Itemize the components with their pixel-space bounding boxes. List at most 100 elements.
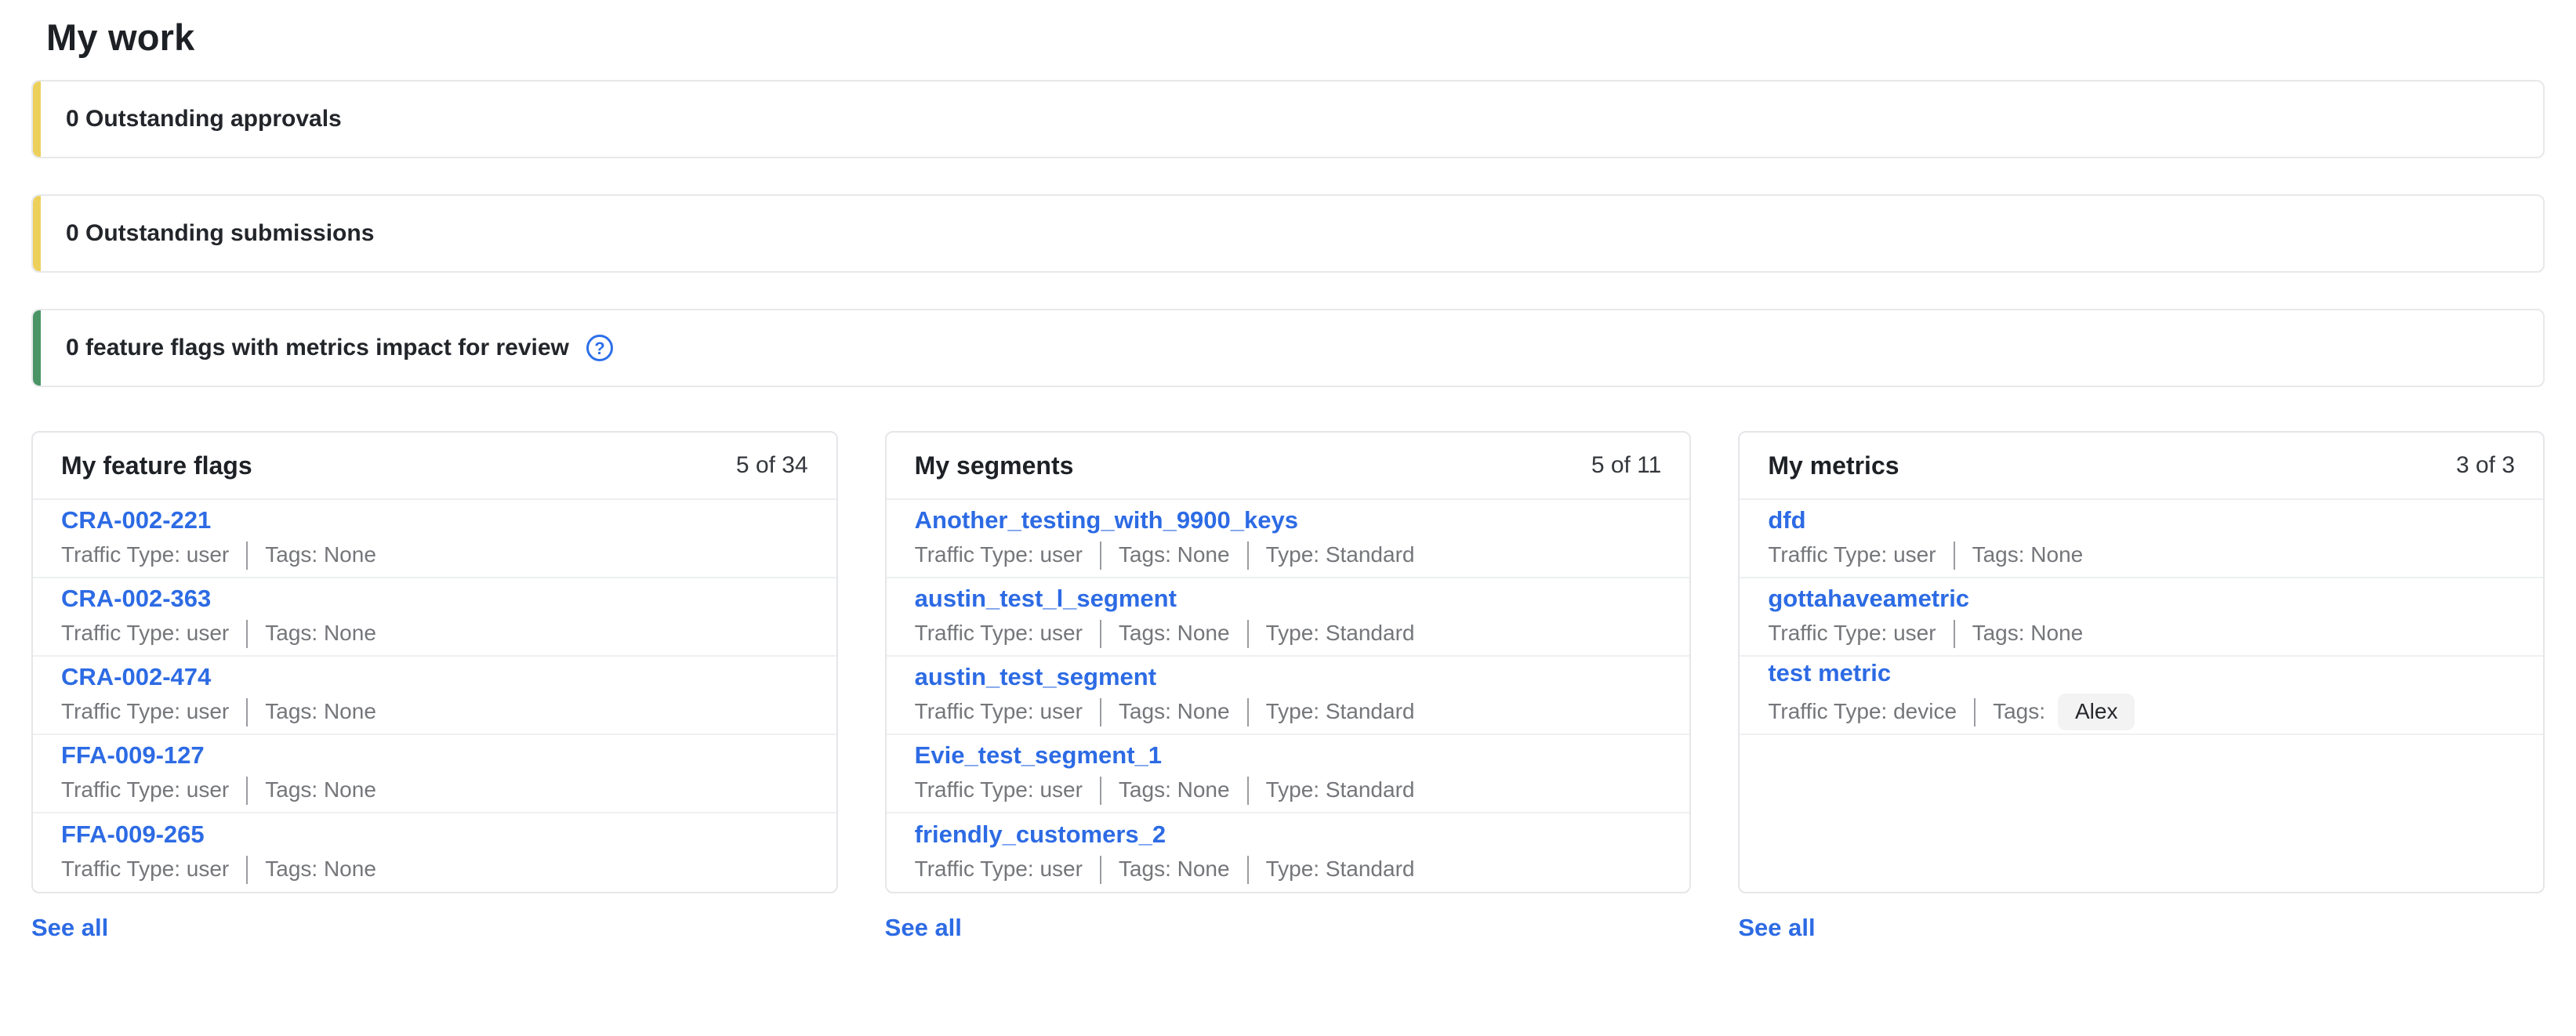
meta-separator	[246, 542, 248, 570]
traffic-type-label: Traffic Type: device	[1768, 700, 1957, 724]
item-meta: Traffic Type: user Tags: None Type: Stan…	[915, 698, 1662, 726]
flag-link[interactable]: FFA-009-127	[61, 742, 205, 769]
flags-metrics-impact-banner: 0 feature flags with metrics impact for …	[31, 309, 2545, 387]
segment-link[interactable]: friendly_customers_2	[915, 821, 1166, 848]
traffic-type-label: Traffic Type: user	[915, 621, 1083, 646]
list-item: austin_test_segment Traffic Type: user T…	[887, 657, 1690, 735]
tags-label: Tags: None	[1119, 778, 1230, 802]
meta-separator	[246, 777, 248, 805]
tags-label: Tags:	[1993, 700, 2045, 724]
list-item: CRA-002-221 Traffic Type: user Tags: Non…	[33, 500, 836, 578]
card-header: My segments 5 of 11	[887, 433, 1690, 500]
metrics-column: My metrics 3 of 3 dfd Traffic Type: user…	[1738, 431, 2545, 942]
svg-text:?: ?	[594, 339, 604, 358]
tags-label: Tags: None	[265, 543, 376, 567]
type-label: Type: Standard	[1266, 621, 1415, 646]
list-item: austin_test_l_segment Traffic Type: user…	[887, 578, 1690, 657]
see-all-link[interactable]: See all	[1738, 914, 1815, 942]
traffic-type-label: Traffic Type: user	[915, 857, 1083, 882]
traffic-type-label: Traffic Type: user	[61, 857, 229, 882]
type-label: Type: Standard	[1266, 700, 1415, 724]
card-empty-space	[1740, 735, 2543, 892]
meta-separator	[1100, 698, 1101, 726]
meta-separator	[1974, 698, 1976, 726]
item-meta: Traffic Type: user Tags: None Type: Stan…	[915, 542, 1662, 570]
item-meta: Traffic Type: user Tags: None Type: Stan…	[915, 777, 1662, 805]
card-count: 5 of 34	[736, 452, 808, 479]
tags-label: Tags: None	[265, 857, 376, 882]
flag-link[interactable]: CRA-002-363	[61, 585, 211, 612]
list-item: FFA-009-265 Traffic Type: user Tags: Non…	[33, 813, 836, 892]
list-item: CRA-002-363 Traffic Type: user Tags: Non…	[33, 578, 836, 657]
card-header: My metrics 3 of 3	[1740, 433, 2543, 500]
list-item: Another_testing_with_9900_keys Traffic T…	[887, 500, 1690, 578]
traffic-type-label: Traffic Type: user	[61, 778, 229, 802]
tags-label: Tags: None	[265, 700, 376, 724]
tag-chip: Alex	[2058, 694, 2135, 730]
metric-link[interactable]: gottahaveametric	[1768, 585, 1969, 612]
list-item: test metric Traffic Type: device Tags: A…	[1740, 657, 2543, 735]
meta-separator	[1247, 698, 1249, 726]
tags-label: Tags: None	[1972, 621, 2084, 646]
tags-label: Tags: None	[265, 778, 376, 802]
metric-link[interactable]: test metric	[1768, 660, 1891, 686]
tags-label: Tags: None	[1972, 543, 2084, 567]
metric-link[interactable]: dfd	[1768, 507, 1805, 534]
tags-label: Tags: None	[1119, 543, 1230, 567]
outstanding-submissions-banner: 0 Outstanding submissions	[31, 194, 2545, 273]
item-meta: Traffic Type: user Tags: None	[61, 856, 808, 884]
traffic-type-label: Traffic Type: user	[915, 778, 1083, 802]
meta-separator	[1100, 856, 1101, 884]
feature-flags-column: My feature flags 5 of 34 CRA-002-221 Tra…	[31, 431, 838, 942]
my-work-page: My work 0 Outstanding approvals 0 Outsta…	[0, 16, 2576, 942]
meta-separator	[246, 698, 248, 726]
traffic-type-label: Traffic Type: user	[61, 700, 229, 724]
banner-accent-bar	[33, 82, 41, 157]
banner-accent-bar	[33, 196, 41, 271]
segment-link[interactable]: austin_test_segment	[915, 664, 1156, 690]
flag-link[interactable]: CRA-002-221	[61, 507, 211, 534]
meta-separator	[246, 856, 248, 884]
outstanding-approvals-banner: 0 Outstanding approvals	[31, 80, 2545, 158]
item-meta: Traffic Type: user Tags: None	[61, 698, 808, 726]
banner-text: 0 feature flags with metrics impact for …	[66, 335, 569, 361]
traffic-type-label: Traffic Type: user	[915, 543, 1083, 567]
flag-link[interactable]: FFA-009-265	[61, 821, 205, 848]
traffic-type-label: Traffic Type: user	[915, 700, 1083, 724]
card-count: 5 of 11	[1591, 452, 1662, 479]
card-title: My feature flags	[61, 451, 252, 480]
segments-card: My segments 5 of 11 Another_testing_with…	[885, 431, 1692, 893]
list-item: FFA-009-127 Traffic Type: user Tags: Non…	[33, 735, 836, 813]
cards-row: My feature flags 5 of 34 CRA-002-221 Tra…	[31, 431, 2545, 942]
meta-separator	[1247, 856, 1249, 884]
segment-link[interactable]: Evie_test_segment_1	[915, 742, 1162, 769]
traffic-type-label: Traffic Type: user	[1768, 543, 1936, 567]
list-item: friendly_customers_2 Traffic Type: user …	[887, 813, 1690, 892]
banner-accent-bar	[33, 310, 41, 386]
item-meta: Traffic Type: user Tags: None	[1768, 620, 2515, 648]
card-count: 3 of 3	[2456, 452, 2515, 479]
meta-separator	[1954, 542, 1955, 570]
type-label: Type: Standard	[1266, 543, 1415, 567]
tags-label: Tags: None	[1119, 700, 1230, 724]
segment-link[interactable]: Another_testing_with_9900_keys	[915, 507, 1298, 534]
flag-link[interactable]: CRA-002-474	[61, 664, 211, 690]
item-meta: Traffic Type: device Tags: Alex	[1768, 694, 2515, 730]
page-title: My work	[46, 16, 2545, 59]
question-mark-circle-icon[interactable]: ?	[585, 333, 615, 363]
segment-link[interactable]: austin_test_l_segment	[915, 585, 1177, 612]
metrics-card: My metrics 3 of 3 dfd Traffic Type: user…	[1738, 431, 2545, 893]
item-meta: Traffic Type: user Tags: None	[61, 542, 808, 570]
segments-column: My segments 5 of 11 Another_testing_with…	[885, 431, 1692, 942]
item-meta: Traffic Type: user Tags: None	[1768, 542, 2515, 570]
meta-separator	[1100, 620, 1101, 648]
see-all-link[interactable]: See all	[31, 914, 108, 942]
card-title: My segments	[915, 451, 1074, 480]
banner-text: 0 Outstanding approvals	[66, 106, 342, 132]
type-label: Type: Standard	[1266, 778, 1415, 802]
card-title: My metrics	[1768, 451, 1899, 480]
meta-separator	[246, 620, 248, 648]
see-all-link[interactable]: See all	[885, 914, 962, 942]
meta-separator	[1247, 542, 1249, 570]
traffic-type-label: Traffic Type: user	[61, 543, 229, 567]
